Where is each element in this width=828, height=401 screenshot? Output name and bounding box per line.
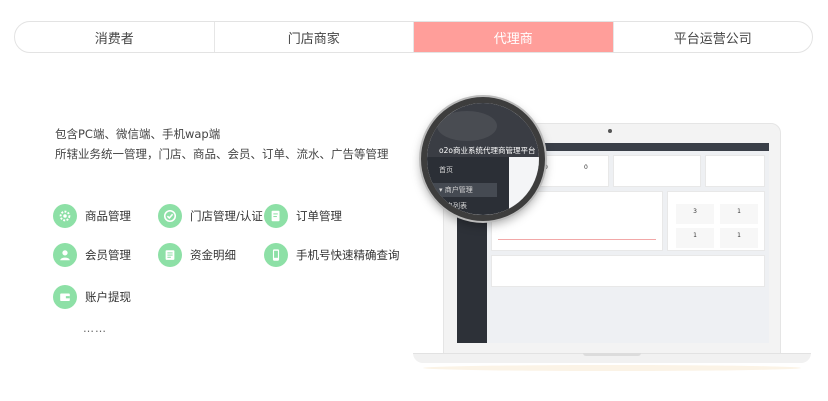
gear-icon [53, 204, 77, 228]
platform-title: o2o商业系统代理商管理平台 [439, 146, 536, 155]
feature-label: 账户提现 [85, 290, 131, 304]
count-value: 1 [676, 228, 714, 248]
feature-label: 会员管理 [85, 248, 131, 262]
chart-line [498, 239, 656, 240]
stat-card-right [705, 155, 765, 187]
feature-label: 商品管理 [85, 209, 131, 223]
stat-value: 0 [584, 164, 588, 171]
count-value: 1 [720, 228, 758, 248]
count-card: 3 1 1 1 [667, 191, 765, 251]
feature-label: 订单管理 [296, 209, 342, 223]
info-card [491, 255, 765, 287]
phone-icon [264, 243, 288, 267]
wallet-icon [53, 285, 77, 309]
menu-item-home: 首页 [439, 166, 453, 174]
feature-phone-query: 手机号快速精确查询 [264, 242, 400, 268]
count-value: 3 [676, 204, 714, 224]
menu-item-merchant-management: ▾ 商户管理 [427, 183, 497, 197]
tab-store-merchant[interactable]: 门店商家 [215, 22, 414, 52]
feature-label: 门店管理/认证 [190, 209, 263, 223]
order-doc-icon [264, 204, 288, 228]
more-ellipsis: …… [83, 322, 107, 335]
feature-account-withdraw: 账户提现 [53, 284, 131, 310]
feature-store-management: 门店管理/认证 [158, 203, 263, 229]
agent-description: 包含PC端、微信端、手机wap端 所辖业务统一管理，门店、商品、会员、订单、流水… [55, 124, 389, 164]
stat-card-mid [613, 155, 701, 187]
feature-fund-details: 资金明细 [158, 242, 236, 268]
description-line-2: 所辖业务统一管理，门店、商品、会员、订单、流水、广告等管理 [55, 147, 389, 161]
lens-glare [437, 111, 497, 141]
laptop-notch [583, 353, 641, 356]
feature-label: 资金明细 [190, 248, 236, 262]
user-icon [53, 243, 77, 267]
feature-product-management: 商品管理 [53, 203, 131, 229]
tab-agent[interactable]: 代理商 [414, 22, 614, 52]
feature-member-management: 会员管理 [53, 242, 131, 268]
magnifier-lens: o2o商业系统代理商管理平台 首页 ▾ 商户管理 商户列表 [421, 97, 545, 221]
camera-icon [608, 129, 612, 133]
count-value: 1 [720, 204, 758, 224]
feature-label: 手机号快速精确查询 [296, 248, 400, 262]
feature-order-management: 订单管理 [264, 203, 342, 229]
description-line-1: 包含PC端、微信端、手机wap端 [55, 127, 221, 141]
check-badge-icon [158, 204, 182, 228]
ledger-icon [158, 243, 182, 267]
laptop-shadow [423, 365, 801, 371]
role-tabs: 消费者 门店商家 代理商 平台运营公司 [14, 21, 813, 53]
tab-platform-operator[interactable]: 平台运营公司 [614, 22, 813, 52]
menu-item-merchant-list: 商户列表 [439, 202, 467, 210]
tab-consumer[interactable]: 消费者 [15, 22, 215, 52]
